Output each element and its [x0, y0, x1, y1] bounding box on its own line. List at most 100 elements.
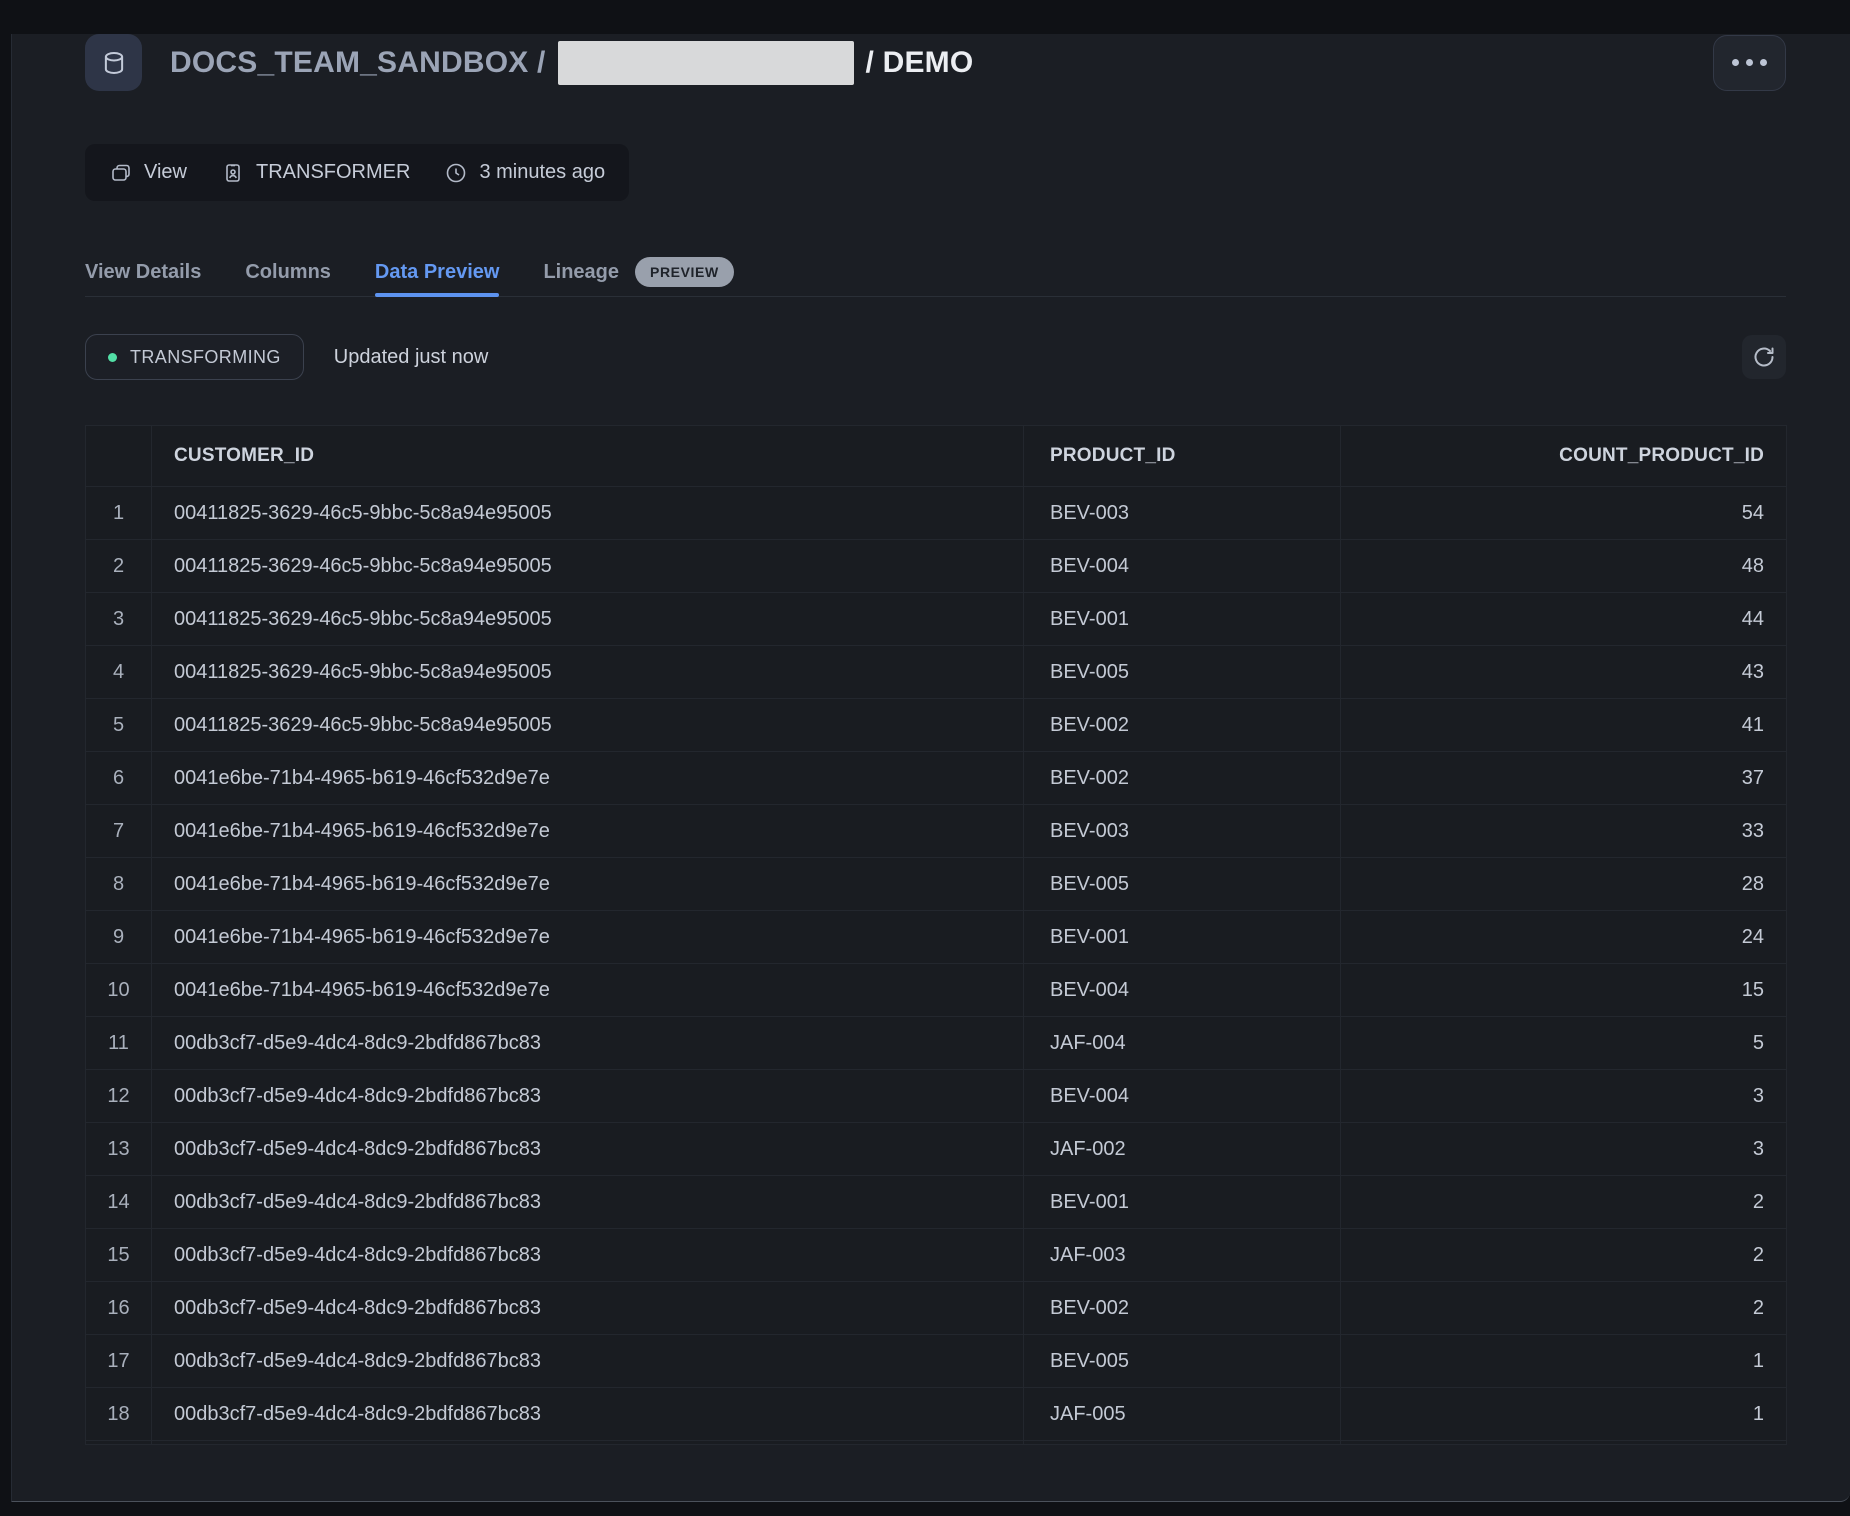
- row-number: 19: [86, 1441, 152, 1445]
- object-role-label: TRANSFORMER: [256, 161, 410, 184]
- table-row[interactable]: 4 00411825-3629-46c5-9bbc-5c8a94e95005 B…: [86, 646, 1786, 699]
- table-row[interactable]: 18 00db3cf7-d5e9-4dc4-8dc9-2bdfd867bc83 …: [86, 1388, 1786, 1441]
- cell-count-product-id: 41: [1341, 699, 1787, 751]
- object-detail-panel: DOCS_TEAM_SANDBOX / / DEMO View: [11, 34, 1850, 1502]
- cell-count-product-id: 2: [1341, 1176, 1787, 1228]
- table-row[interactable]: 11 00db3cf7-d5e9-4dc4-8dc9-2bdfd867bc83 …: [86, 1017, 1786, 1070]
- cell-customer-id: 00411825-3629-46c5-9bbc-5c8a94e95005: [152, 487, 1024, 539]
- row-number: 10: [86, 964, 152, 1016]
- cell-count-product-id: 54: [1341, 487, 1787, 539]
- breadcrumb-database: DOCS_TEAM_SANDBOX /: [170, 46, 546, 80]
- tab-view-details[interactable]: View Details: [85, 248, 201, 296]
- object-type-label: View: [144, 161, 187, 184]
- tab-columns[interactable]: Columns: [245, 248, 331, 296]
- ellipsis-icon: [1760, 59, 1767, 66]
- cell-product-id: JAF-003: [1024, 1229, 1341, 1281]
- tab-data-preview[interactable]: Data Preview: [375, 248, 500, 296]
- data-preview-table: CUSTOMER_ID PRODUCT_ID COUNT_PRODUCT_ID …: [85, 425, 1787, 1445]
- cell-count-product-id: 2: [1341, 1229, 1787, 1281]
- cell-product-id: JAF-005: [1024, 1388, 1341, 1440]
- cell-customer-id: 00db3cf7-d5e9-4dc4-8dc9-2bdfd867bc83: [152, 1123, 1024, 1175]
- column-header-product-id[interactable]: PRODUCT_ID: [1024, 426, 1341, 486]
- row-number: 3: [86, 593, 152, 645]
- table-row[interactable]: 6 0041e6be-71b4-4965-b619-46cf532d9e7e B…: [86, 752, 1786, 805]
- cell-count-product-id: 5: [1341, 1017, 1787, 1069]
- cell-product-id: BEV-005: [1024, 1335, 1341, 1387]
- object-type: View: [109, 161, 187, 185]
- cell-customer-id: 0041e6be-71b4-4965-b619-46cf532d9e7e: [152, 911, 1024, 963]
- cell-customer-id: 00db3cf7-d5e9-4dc4-8dc9-2bdfd867bc83: [152, 1176, 1024, 1228]
- updated-text: Updated just now: [334, 346, 489, 369]
- table-row[interactable]: 7 0041e6be-71b4-4965-b619-46cf532d9e7e B…: [86, 805, 1786, 858]
- cell-product-id: BEV-004: [1024, 1070, 1341, 1122]
- table-row[interactable]: 12 00db3cf7-d5e9-4dc4-8dc9-2bdfd867bc83 …: [86, 1070, 1786, 1123]
- row-number: 14: [86, 1176, 152, 1228]
- cell-customer-id: 00411825-3629-46c5-9bbc-5c8a94e95005: [152, 540, 1024, 592]
- refresh-button[interactable]: [1742, 335, 1786, 379]
- row-number: 11: [86, 1017, 152, 1069]
- column-header-customer-id[interactable]: CUSTOMER_ID: [152, 426, 1024, 486]
- more-actions-button[interactable]: [1713, 35, 1786, 91]
- cell-product-id: JAF-004: [1024, 1017, 1341, 1069]
- cell-count-product-id: 28: [1341, 858, 1787, 910]
- cell-customer-id: 00db3cf7-d5e9-4dc4-8dc9-2bdfd867bc83: [152, 1017, 1024, 1069]
- cell-product-id: BEV-002: [1024, 752, 1341, 804]
- table-row[interactable]: 15 00db3cf7-d5e9-4dc4-8dc9-2bdfd867bc83 …: [86, 1229, 1786, 1282]
- cell-count-product-id: 44: [1341, 593, 1787, 645]
- id-card-icon: [221, 161, 245, 185]
- cell-product-id: JAF-002: [1024, 1123, 1341, 1175]
- table-header-row: CUSTOMER_ID PRODUCT_ID COUNT_PRODUCT_ID: [86, 426, 1786, 487]
- object-updated-label: 3 minutes ago: [479, 161, 605, 184]
- row-number: 6: [86, 752, 152, 804]
- table-row[interactable]: 16 00db3cf7-d5e9-4dc4-8dc9-2bdfd867bc83 …: [86, 1282, 1786, 1335]
- cell-product-id: BEV-001: [1024, 1176, 1341, 1228]
- cell-product-id: BEV-005: [1024, 858, 1341, 910]
- row-number: 13: [86, 1123, 152, 1175]
- cell-count-product-id: 24: [1341, 911, 1787, 963]
- table-body: 1 00411825-3629-46c5-9bbc-5c8a94e95005 B…: [86, 487, 1786, 1445]
- cell-count-product-id: 1: [1341, 1388, 1787, 1440]
- cell-product-id: BEV-004: [1024, 964, 1341, 1016]
- cell-customer-id: 00411825-3629-46c5-9bbc-5c8a94e95005: [152, 699, 1024, 751]
- redacted-schema-name: [558, 41, 854, 85]
- status-dot-icon: [108, 353, 117, 362]
- cell-count-product-id: 48: [1341, 540, 1787, 592]
- table-row[interactable]: 5 00411825-3629-46c5-9bbc-5c8a94e95005 B…: [86, 699, 1786, 752]
- cell-customer-id: 00db3cf7-d5e9-4dc4-8dc9-2bdfd867bc83: [152, 1335, 1024, 1387]
- cell-count-product-id: 3: [1341, 1070, 1787, 1122]
- row-number: 18: [86, 1388, 152, 1440]
- cell-customer-id: 00db3cf7-d5e9-4dc4-8dc9-2bdfd867bc83: [152, 1070, 1024, 1122]
- tab-lineage[interactable]: Lineage: [543, 248, 619, 296]
- view-layers-icon: [109, 161, 133, 185]
- cell-customer-id: 0041e6be-71b4-4965-b619-46cf532d9e7e: [152, 858, 1024, 910]
- clock-icon: [444, 161, 468, 185]
- cell-product-id: BEV-005: [1024, 646, 1341, 698]
- cell-count-product-id: 33: [1341, 805, 1787, 857]
- tab-bar: View Details Columns Data Preview Lineag…: [85, 248, 1786, 297]
- cell-customer-id: 0041e6be-71b4-4965-b619-46cf532d9e7e: [152, 964, 1024, 1016]
- cell-customer-id: 00411825-3629-46c5-9bbc-5c8a94e95005: [152, 593, 1024, 645]
- table-row[interactable]: 14 00db3cf7-d5e9-4dc4-8dc9-2bdfd867bc83 …: [86, 1176, 1786, 1229]
- cell-customer-id: 0041e6be-71b4-4965-b619-46cf532d9e7e: [152, 752, 1024, 804]
- table-row[interactable]: 8 0041e6be-71b4-4965-b619-46cf532d9e7e B…: [86, 858, 1786, 911]
- table-row[interactable]: 1 00411825-3629-46c5-9bbc-5c8a94e95005 B…: [86, 487, 1786, 540]
- table-row[interactable]: 19 00db3cf7-d5e9-4dc4-8dc9-2bdfd867bc83: [86, 1441, 1786, 1445]
- breadcrumb-object: / DEMO: [866, 46, 974, 80]
- column-header-rownum: [86, 426, 152, 486]
- cell-count-product-id: 43: [1341, 646, 1787, 698]
- cell-customer-id: 00411825-3629-46c5-9bbc-5c8a94e95005: [152, 646, 1024, 698]
- cell-customer-id: 00db3cf7-d5e9-4dc4-8dc9-2bdfd867bc83: [152, 1388, 1024, 1440]
- status-badge-label: TRANSFORMING: [130, 347, 281, 368]
- table-row[interactable]: 13 00db3cf7-d5e9-4dc4-8dc9-2bdfd867bc83 …: [86, 1123, 1786, 1176]
- table-row[interactable]: 9 0041e6be-71b4-4965-b619-46cf532d9e7e B…: [86, 911, 1786, 964]
- cell-product-id: BEV-002: [1024, 699, 1341, 751]
- table-row[interactable]: 10 0041e6be-71b4-4965-b619-46cf532d9e7e …: [86, 964, 1786, 1017]
- column-header-count-product-id[interactable]: COUNT_PRODUCT_ID: [1341, 426, 1787, 486]
- cell-count-product-id: 37: [1341, 752, 1787, 804]
- ellipsis-icon: [1732, 59, 1739, 66]
- row-number: 7: [86, 805, 152, 857]
- table-row[interactable]: 2 00411825-3629-46c5-9bbc-5c8a94e95005 B…: [86, 540, 1786, 593]
- metadata-bar: View TRANSFORMER 3 minutes ago: [85, 144, 629, 201]
- table-row[interactable]: 3 00411825-3629-46c5-9bbc-5c8a94e95005 B…: [86, 593, 1786, 646]
- table-row[interactable]: 17 00db3cf7-d5e9-4dc4-8dc9-2bdfd867bc83 …: [86, 1335, 1786, 1388]
